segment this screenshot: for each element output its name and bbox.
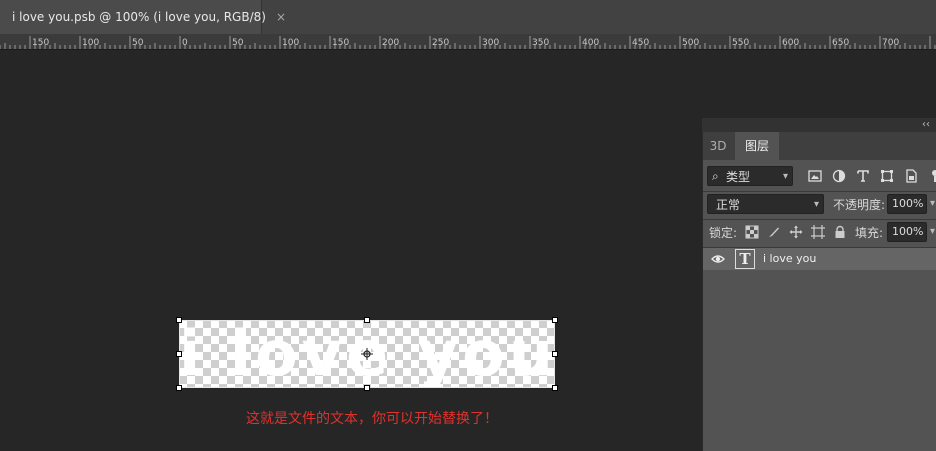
transform-handle-left[interactable] [176, 351, 182, 357]
filter-kind-label: 类型 [726, 169, 751, 184]
ruler-label: 50 [232, 38, 244, 48]
lock-fill-row: 锁定: 填充: 100% ▾ [703, 222, 936, 246]
eye-icon[interactable] [711, 253, 725, 265]
filter-toggle-icon[interactable] [927, 168, 936, 184]
lock-image-icon[interactable] [767, 225, 781, 239]
ruler-label: 550 [732, 38, 749, 48]
ruler-label: 700 [882, 38, 899, 48]
chevron-down-icon: ▾ [813, 198, 819, 210]
chevron-down-icon[interactable]: ▾ [930, 198, 935, 209]
layer-filter-row: ⌕ 类型 ▾ [703, 164, 936, 190]
transform-handle-top-right[interactable] [552, 317, 558, 323]
tab-3d[interactable]: 3D [703, 132, 733, 160]
tab-layers[interactable]: 图层 [735, 132, 779, 160]
ruler-label: 100 [282, 38, 299, 48]
canvas-caption: 这就是文件的文本，你可以开始替换了！ [246, 411, 498, 427]
text-layer-thumbnail-icon[interactable]: T [735, 249, 755, 269]
shape-filter-icon[interactable] [879, 168, 895, 184]
canvas-area[interactable] [0, 50, 702, 451]
transform-handle-top-left[interactable] [176, 317, 182, 323]
lock-label: 锁定: [709, 226, 738, 240]
filter-kind-select[interactable]: ⌕ 类型 ▾ [707, 166, 793, 186]
image-filter-icon[interactable] [807, 168, 823, 184]
blend-mode-select[interactable]: 正常 ▾ [707, 194, 824, 214]
pivot-point-icon[interactable] [361, 348, 373, 360]
layer-name[interactable]: i love you [763, 248, 816, 270]
layer-row[interactable]: T i love you [703, 248, 936, 270]
ruler-label: 500 [682, 38, 699, 48]
close-icon[interactable]: × [276, 10, 286, 24]
transform-handle-bottom[interactable] [364, 385, 370, 391]
smart-object-filter-icon[interactable] [903, 168, 919, 184]
ruler-label: 350 [532, 38, 549, 48]
ruler-label: 400 [582, 38, 599, 48]
ruler-ticks: 150 100 50 0 50 100 150 200 250 300 350 400 450 500 55… [0, 36, 936, 49]
ruler-label: 600 [782, 38, 799, 48]
fill-field[interactable]: 100% [887, 222, 927, 242]
panel-header-strip: ‹‹ [702, 118, 936, 132]
search-icon: ⌕ [712, 168, 719, 183]
ruler-label: 100 [82, 38, 99, 48]
ruler-label: 150 [332, 38, 349, 48]
adjustment-filter-icon[interactable] [831, 168, 847, 184]
horizontal-ruler[interactable]: 150 100 50 0 50 100 150 200 250 300 350 400 450 500 55… [0, 34, 936, 50]
chevron-down-icon: ▾ [782, 170, 788, 182]
document-tab[interactable]: i love you.psb @ 100% (i love you, RGB/8… [0, 0, 286, 34]
blend-opacity-row: 正常 ▾ 不透明度: 100% ▾ [703, 194, 936, 218]
lock-transparent-icon[interactable] [745, 225, 759, 239]
ruler-label: 250 [432, 38, 449, 48]
ruler-label: 450 [632, 38, 649, 48]
transform-handle-bottom-left[interactable] [176, 385, 182, 391]
ruler-label: 50 [132, 38, 144, 48]
type-filter-icon[interactable] [855, 168, 871, 184]
transform-handle-right[interactable] [552, 351, 558, 357]
ruler-label: 0 [182, 38, 188, 48]
divider [703, 219, 936, 220]
lock-artboard-icon[interactable] [811, 225, 825, 239]
ruler-label: 200 [382, 38, 399, 48]
transform-handle-top[interactable] [364, 317, 370, 323]
document-tab-title: i love you.psb @ 100% (i love you, RGB/8… [12, 10, 266, 24]
panel-tabs: 3D 图层 [703, 132, 936, 160]
fill-label: 填充: [855, 226, 884, 240]
document-tab-bar: i love you.psb @ 100% (i love you, RGB/8… [0, 0, 936, 34]
ruler-label: 300 [482, 38, 499, 48]
blend-mode-value: 正常 [716, 197, 741, 212]
lock-position-icon[interactable] [789, 225, 803, 239]
lock-all-icon[interactable] [833, 225, 847, 239]
collapse-panel-icon[interactable]: ‹‹ [922, 118, 930, 132]
ruler-label: 150 [32, 38, 49, 48]
divider [703, 191, 936, 192]
ruler-label: 650 [832, 38, 849, 48]
transform-handle-bottom-right[interactable] [552, 385, 558, 391]
opacity-field[interactable]: 100% [887, 194, 927, 214]
layers-panel: 3D 图层 ⌕ 类型 ▾ 正常 ▾ 不透明度: 100% ▾ 锁定: 填充: 1… [702, 132, 936, 451]
chevron-down-icon[interactable]: ▾ [930, 226, 935, 237]
opacity-label: 不透明度: [833, 198, 886, 212]
